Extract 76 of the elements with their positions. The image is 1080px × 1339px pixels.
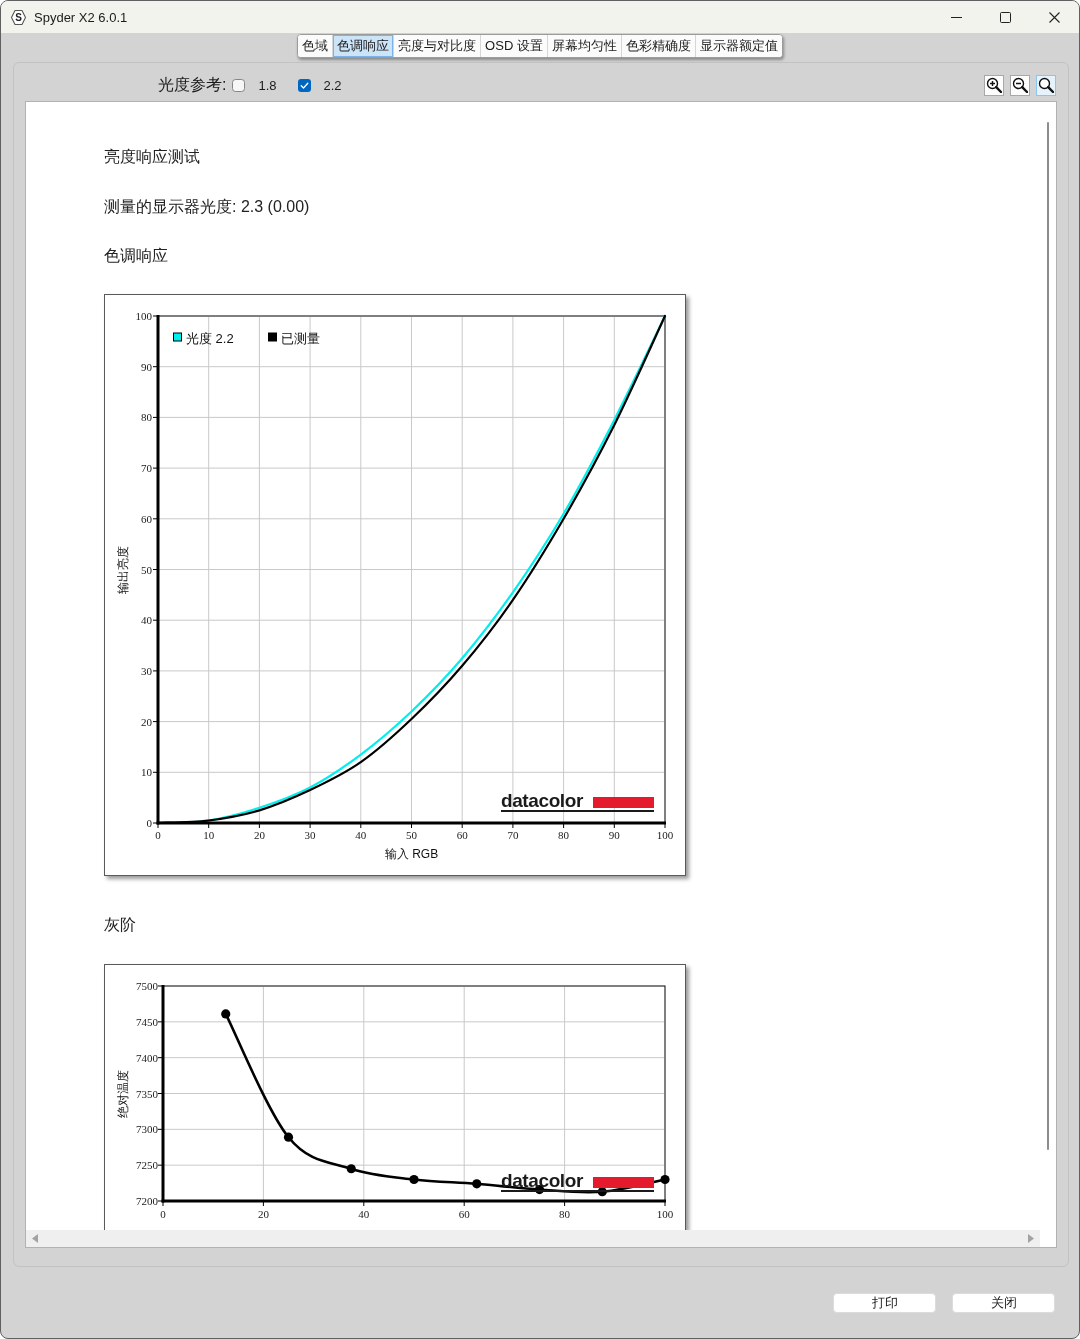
print-button[interactable]: 打印 <box>833 1293 936 1313</box>
zoom-in-icon <box>986 77 1002 93</box>
zoom-out-button[interactable] <box>1010 74 1030 96</box>
y-tick-label: 7250 <box>136 1159 158 1172</box>
data-point <box>346 1164 356 1174</box>
x-tick-label: 50 <box>406 829 417 841</box>
y-tick-label: 30 <box>141 664 152 677</box>
x-tick-label: 40 <box>358 1208 370 1220</box>
y-tick-label: 7450 <box>136 1015 158 1028</box>
tab[interactable]: 显示器额定值 <box>695 35 782 57</box>
magnifier-icon <box>1038 77 1054 93</box>
y-tick-label: 100 <box>135 310 152 322</box>
checkbox-label: 1.8 <box>258 77 277 93</box>
y-axis-title: 绝对温度 <box>116 1069 130 1118</box>
x-tick-label: 40 <box>355 829 367 841</box>
tab[interactable]: OSD 设置 <box>481 35 548 57</box>
x-tick-label: 80 <box>558 829 570 841</box>
x-tick-label: 30 <box>304 829 316 841</box>
maximize-icon[interactable] <box>1000 11 1011 23</box>
tab[interactable]: 色域 <box>298 35 334 57</box>
x-tick-label: 60 <box>458 1208 470 1220</box>
checkbox-label: 2.2 <box>323 77 342 93</box>
x-axis-title: 输入 RGB <box>384 847 439 861</box>
report-title: 亮度响应测试 <box>104 147 200 167</box>
close-button[interactable]: 关闭 <box>952 1293 1055 1313</box>
tab[interactable]: 色彩精确度 <box>621 35 696 57</box>
x-tick-label: 10 <box>203 829 215 841</box>
tab[interactable]: 屏幕均匀性 <box>547 35 622 57</box>
measured-gamma-text: 测量的显示器光度: 2.3 (0.00) <box>104 197 310 217</box>
scrollbar-thumb[interactable] <box>1047 122 1049 1150</box>
y-tick-label: 7200 <box>136 1195 158 1207</box>
legend-label: 光度 2.2 <box>186 331 234 346</box>
x-tick-label: 100 <box>656 1208 674 1220</box>
zoom-in-button[interactable] <box>984 74 1004 96</box>
legend-label: 已测量 <box>281 331 320 346</box>
x-tick-label: 60 <box>456 829 468 841</box>
brand-logo: datacolor <box>501 1170 654 1192</box>
x-tick-label: 0 <box>160 1208 166 1220</box>
data-point <box>472 1179 482 1189</box>
y-tick-label: 7300 <box>136 1123 158 1136</box>
y-tick-label: 20 <box>141 715 152 728</box>
data-point <box>409 1174 419 1185</box>
y-tick-label: 40 <box>141 614 152 627</box>
x-tick-label: 80 <box>559 1208 571 1220</box>
y-tick-label: 10 <box>141 766 152 779</box>
window-title: Spyder X2 6.0.1 <box>34 9 128 25</box>
y-tick-label: 7350 <box>136 1087 158 1100</box>
x-tick-label: 20 <box>253 829 265 841</box>
gamma-reference-label: 光度参考: <box>158 74 227 95</box>
y-tick-label: 60 <box>141 512 152 525</box>
y-tick-label: 7400 <box>136 1051 158 1064</box>
y-tick-label: 80 <box>141 411 152 424</box>
y-tick-label: 90 <box>141 360 152 373</box>
section-heading: 色调响应 <box>104 246 168 266</box>
app-logo: S <box>10 8 27 26</box>
x-tick-label: 0 <box>155 829 161 841</box>
y-axis-title: 输出亮度 <box>116 545 130 594</box>
x-tick-label: 90 <box>608 829 620 841</box>
x-tick-label: 70 <box>507 829 519 841</box>
x-tick-label: 100 <box>656 829 674 841</box>
tab[interactable]: 色调响应 <box>333 35 395 57</box>
close-icon[interactable] <box>1049 11 1060 23</box>
section-heading: 灰阶 <box>104 915 136 935</box>
checkbox[interactable] <box>297 78 311 92</box>
zoom-out-icon <box>1012 77 1028 93</box>
y-tick-label: 70 <box>141 462 152 475</box>
y-tick-label: 50 <box>141 563 152 576</box>
checkbox[interactable] <box>232 78 246 92</box>
magnifier-button[interactable] <box>1036 74 1056 96</box>
y-tick-label: 0 <box>146 817 152 829</box>
tab[interactable]: 亮度与对比度 <box>394 35 482 57</box>
data-point <box>283 1132 294 1142</box>
brand-logo: datacolor <box>501 790 654 812</box>
y-tick-label: 7500 <box>136 980 158 992</box>
x-tick-label: 20 <box>257 1208 269 1220</box>
data-point <box>221 1009 231 1019</box>
